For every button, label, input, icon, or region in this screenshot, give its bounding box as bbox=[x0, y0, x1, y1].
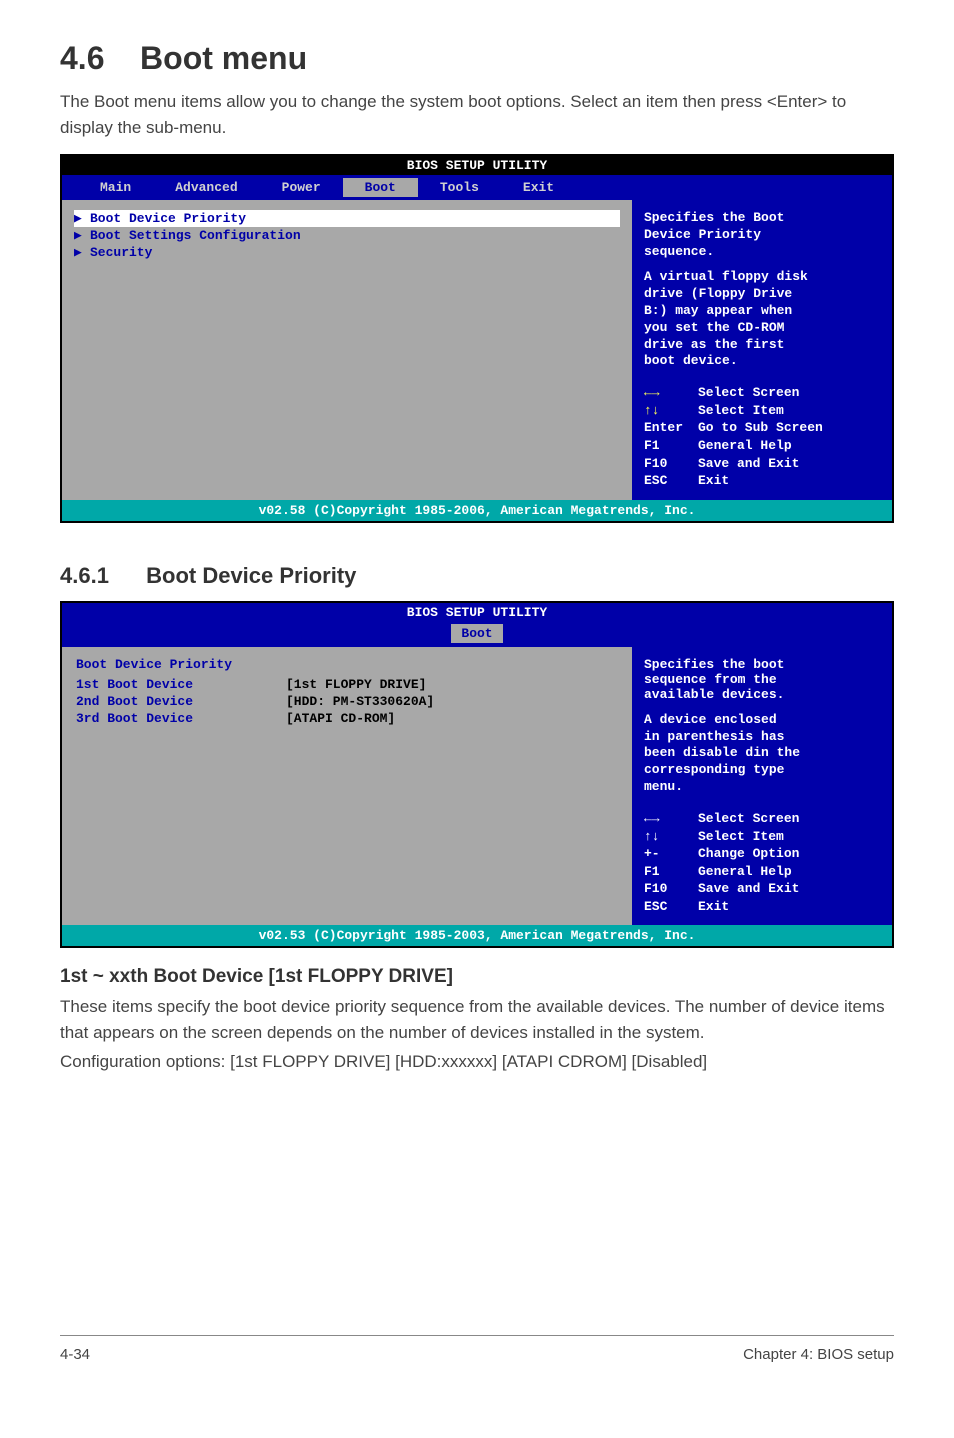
bios-screenshot-1: BIOS SETUP UTILITY Main Advanced Power B… bbox=[60, 154, 894, 523]
submenu-arrow-icon: ▶ bbox=[74, 211, 90, 226]
page-footer: 4-34 Chapter 4: BIOS setup bbox=[60, 1335, 894, 1363]
config-options: Configuration options: [1st FLOPPY DRIVE… bbox=[60, 1049, 894, 1075]
row-label: 3rd Boot Device bbox=[76, 711, 286, 726]
subsection-title: Boot Device Priority bbox=[146, 563, 356, 588]
boot-device-priority-item[interactable]: ▶ Boot Device Priority bbox=[74, 210, 620, 227]
key-desc: Select Screen bbox=[698, 384, 799, 402]
list-title: Boot Device Priority bbox=[76, 657, 618, 672]
security-item[interactable]: ▶ Security bbox=[74, 244, 620, 261]
item-label: Security bbox=[90, 245, 152, 260]
bios-menu-bar: Main Advanced Power Boot Tools Exit bbox=[62, 175, 892, 200]
third-boot-device-row[interactable]: 3rd Boot Device [ATAPI CD-ROM] bbox=[76, 710, 618, 727]
chapter-label: Chapter 4: BIOS setup bbox=[743, 1346, 894, 1363]
key-label: F10 bbox=[644, 455, 698, 473]
help-line: been disable din the bbox=[644, 745, 880, 762]
menu-power[interactable]: Power bbox=[260, 178, 343, 197]
help-line: A device enclosed bbox=[644, 712, 880, 729]
menu-main[interactable]: Main bbox=[78, 178, 153, 197]
paragraph: These items specify the boot device prio… bbox=[60, 994, 894, 1045]
help-line: in parenthesis has bbox=[644, 729, 880, 746]
help-line: Device Priority bbox=[644, 227, 880, 242]
bios-left-pane: ▶ Boot Device Priority ▶ Boot Settings C… bbox=[62, 200, 632, 500]
submenu-arrow-icon: ▶ bbox=[74, 245, 90, 260]
key-label: F1 bbox=[644, 863, 698, 881]
bios-screenshot-2: BIOS SETUP UTILITY Boot Boot Device Prio… bbox=[60, 601, 894, 949]
bios-left-pane: Boot Device Priority 1st Boot Device [1s… bbox=[62, 647, 632, 926]
help-line: drive (Floppy Drive bbox=[644, 286, 880, 303]
item-label: Boot Settings Configuration bbox=[90, 228, 301, 243]
key-desc: Select Item bbox=[698, 828, 784, 846]
help-line: boot device. bbox=[644, 353, 880, 370]
key-label: +- bbox=[644, 845, 698, 863]
page-number: 4-34 bbox=[60, 1346, 90, 1363]
subsection-heading: 4.6.1 Boot Device Priority bbox=[60, 563, 894, 589]
key-desc: Select Screen bbox=[698, 810, 799, 828]
key-label: F1 bbox=[644, 437, 698, 455]
key-desc: General Help bbox=[698, 437, 792, 455]
bios-menu-bar: Boot bbox=[62, 622, 892, 647]
arrows-lr-icon: ←→ bbox=[644, 810, 698, 828]
option-heading: 1st ~ xxth Boot Device [1st FLOPPY DRIVE… bbox=[60, 966, 894, 988]
bios-header: BIOS SETUP UTILITY bbox=[62, 603, 892, 622]
row-value: [HDD: PM-ST330620A] bbox=[286, 694, 434, 709]
key-desc: Save and Exit bbox=[698, 455, 799, 473]
row-value: [1st FLOPPY DRIVE] bbox=[286, 677, 426, 692]
menu-exit[interactable]: Exit bbox=[501, 178, 576, 197]
subsection-number: 4.6.1 bbox=[60, 563, 140, 589]
intro-text: The Boot menu items allow you to change … bbox=[60, 89, 894, 140]
menu-tools[interactable]: Tools bbox=[418, 178, 501, 197]
bios-help-pane: Specifies the Boot Device Priority seque… bbox=[632, 200, 892, 500]
second-boot-device-row[interactable]: 2nd Boot Device [HDD: PM-ST330620A] bbox=[76, 693, 618, 710]
bios-footer: v02.53 (C)Copyright 1985-2003, American … bbox=[62, 925, 892, 946]
help-line: menu. bbox=[644, 779, 880, 796]
first-boot-device-row[interactable]: 1st Boot Device [1st FLOPPY DRIVE] bbox=[76, 676, 618, 693]
help-line: sequence from the bbox=[644, 672, 880, 687]
key-desc: General Help bbox=[698, 863, 792, 881]
key-label: Enter bbox=[644, 419, 698, 437]
arrows-ud-icon: ↑↓ bbox=[644, 828, 698, 846]
bios-header: BIOS SETUP UTILITY bbox=[62, 156, 892, 175]
key-desc: Change Option bbox=[698, 845, 799, 863]
help-line: Specifies the Boot bbox=[644, 210, 880, 225]
help-line: B:) may appear when bbox=[644, 303, 880, 320]
boot-settings-configuration-item[interactable]: ▶ Boot Settings Configuration bbox=[74, 227, 620, 244]
help-line: Specifies the boot bbox=[644, 657, 880, 672]
menu-boot[interactable]: Boot bbox=[451, 624, 502, 643]
help-line: available devices. bbox=[644, 687, 880, 702]
key-desc: Select Item bbox=[698, 402, 784, 420]
row-label: 1st Boot Device bbox=[76, 677, 286, 692]
bios-help-pane: Specifies the boot sequence from the ava… bbox=[632, 647, 892, 926]
row-label: 2nd Boot Device bbox=[76, 694, 286, 709]
item-label: Boot Device Priority bbox=[90, 211, 246, 226]
bios-footer: v02.58 (C)Copyright 1985-2006, American … bbox=[62, 500, 892, 521]
menu-boot[interactable]: Boot bbox=[343, 178, 418, 197]
help-line: drive as the first bbox=[644, 337, 880, 354]
submenu-arrow-icon: ▶ bbox=[74, 228, 90, 243]
section-heading: 4.6 Boot menu bbox=[60, 40, 894, 77]
key-desc: Go to Sub Screen bbox=[698, 419, 823, 437]
section-title: Boot menu bbox=[140, 40, 307, 76]
help-line: corresponding type bbox=[644, 762, 880, 779]
help-line: sequence. bbox=[644, 244, 880, 259]
help-line: A virtual floppy disk bbox=[644, 269, 880, 286]
key-desc: Exit bbox=[698, 472, 729, 490]
key-desc: Save and Exit bbox=[698, 880, 799, 898]
arrows-lr-icon: ←→ bbox=[644, 384, 698, 402]
key-label: ESC bbox=[644, 472, 698, 490]
arrows-ud-icon: ↑↓ bbox=[644, 402, 698, 420]
key-label: F10 bbox=[644, 880, 698, 898]
key-label: ESC bbox=[644, 898, 698, 916]
section-number: 4.6 bbox=[60, 40, 104, 76]
menu-advanced[interactable]: Advanced bbox=[153, 178, 259, 197]
help-line: you set the CD-ROM bbox=[644, 320, 880, 337]
key-desc: Exit bbox=[698, 898, 729, 916]
row-value: [ATAPI CD-ROM] bbox=[286, 711, 395, 726]
